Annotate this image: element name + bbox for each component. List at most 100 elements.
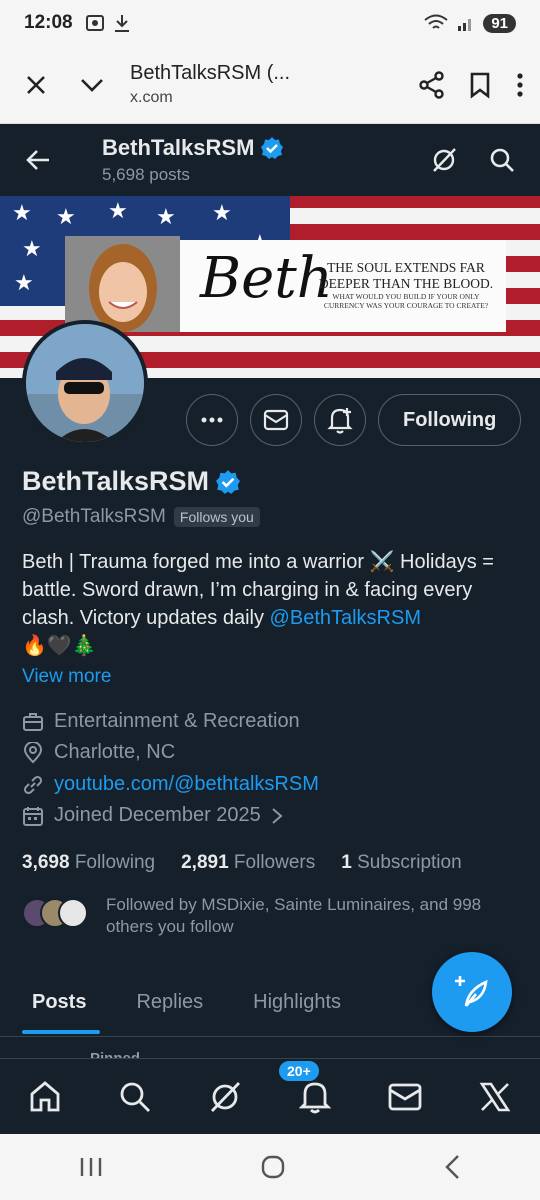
following-count-link[interactable]: 3,698 Following — [22, 852, 155, 874]
chevron-down-icon — [81, 78, 103, 92]
profile-header: BethTalksRSM 5,698 posts — [0, 124, 540, 196]
followers-count-link[interactable]: 2,891 Followers — [181, 852, 315, 874]
bell-icon — [299, 1082, 331, 1113]
grok-icon — [210, 1081, 241, 1112]
compose-post-button[interactable] — [432, 952, 512, 1032]
notification-badge: 20+ — [277, 1058, 321, 1083]
battery-indicator: 91 — [483, 13, 516, 33]
envelope-icon — [388, 1083, 422, 1110]
wifi-icon — [424, 14, 448, 29]
follower-avatar — [58, 898, 88, 928]
tab-highlights[interactable]: Highlights — [253, 991, 341, 1014]
profile-bio: Beth | Trauma forged me into a warrior ⚔… — [22, 548, 522, 660]
location-text: Charlotte, NC — [54, 741, 176, 763]
active-tab-indicator — [22, 1030, 100, 1034]
notify-button[interactable] — [314, 394, 366, 446]
meta-category: Entertainment & Recreation — [22, 710, 522, 733]
banner-portrait — [65, 236, 180, 332]
bottom-navigation: 20+ — [0, 1058, 540, 1134]
clock: 12:08 — [24, 12, 73, 33]
header-name-text: BethTalksRSM — [102, 135, 255, 160]
followers-count-label: Followers — [233, 852, 316, 873]
back-button[interactable] — [16, 138, 60, 182]
follow-counts: 3,698 Following 2,891 Followers 1 Subscr… — [22, 852, 462, 874]
tabs-divider — [0, 1036, 540, 1037]
download-icon — [114, 15, 129, 32]
meta-location: Charlotte, NC — [22, 741, 522, 764]
website-link[interactable]: youtube.com/@bethtalksRSM — [54, 773, 319, 796]
followed-by-text: Followed by MSDixie, Sainte Luminaires, … — [106, 895, 482, 936]
followers-count: 2,891 — [181, 852, 229, 873]
profile-name: BethTalksRSM — [22, 466, 241, 497]
profile-actions: Following — [186, 394, 522, 446]
banner-script-name: Beth — [200, 246, 333, 311]
nav-home[interactable] — [21, 1073, 69, 1121]
joined-text: Joined December 2025 — [54, 804, 261, 826]
nav-search[interactable] — [111, 1073, 159, 1121]
home-circle-icon[interactable] — [260, 1154, 286, 1180]
bio-emojis: 🔥🖤🎄 — [22, 635, 97, 657]
verified-badge-icon[interactable] — [215, 469, 241, 495]
screenshot-icon — [85, 15, 104, 31]
tab-posts[interactable]: Posts — [32, 991, 86, 1014]
back-icon[interactable] — [442, 1154, 462, 1180]
banner-tagline: THE SOUL EXTENDS FAR DEEPER THAN THE BLO… — [318, 260, 494, 291]
more-options-button[interactable] — [186, 394, 238, 446]
minimize-tab-button[interactable] — [70, 63, 114, 107]
verified-badge-icon — [261, 137, 284, 159]
banner-subtagline: WHAT WOULD YOU BUILD IF YOUR ONLY CURREN… — [323, 292, 489, 311]
subscription-count-link[interactable]: 1 Subscription — [341, 852, 461, 874]
x-logo-icon — [479, 1082, 511, 1111]
bio-mention-link[interactable]: @BethTalksRSM — [270, 607, 421, 629]
profile-handle-row: @BethTalksRSM Follows you — [22, 506, 260, 528]
nav-x[interactable] — [471, 1073, 519, 1121]
search-icon[interactable] — [488, 146, 516, 174]
profile-avatar[interactable] — [22, 320, 148, 446]
followed-by-row[interactable]: Followed by MSDixie, Sainte Luminaires, … — [22, 894, 506, 938]
calendar-icon — [23, 806, 43, 826]
view-more-link[interactable]: View more — [22, 666, 111, 688]
android-navigation-bar — [0, 1134, 540, 1200]
following-count-label: Following — [74, 852, 156, 873]
follows-you-badge: Follows you — [173, 507, 260, 527]
subscription-count: 1 — [341, 852, 352, 873]
following-button[interactable]: Following — [378, 394, 522, 446]
home-icon — [30, 1080, 60, 1111]
meta-website: youtube.com/@bethtalksRSM — [22, 773, 522, 796]
nav-notifications[interactable]: 20+ — [277, 1058, 339, 1121]
share-icon[interactable] — [418, 70, 446, 99]
subscription-count-label: Subscription — [357, 852, 462, 873]
browser-page-title: BethTalksRSM (... — [130, 62, 291, 84]
message-button[interactable] — [250, 394, 302, 446]
post-count: 5,698 posts — [102, 165, 190, 184]
recent-apps-icon[interactable] — [78, 1156, 104, 1178]
close-tab-button[interactable] — [14, 63, 58, 107]
chevron-right-icon — [272, 807, 283, 824]
nav-messages[interactable] — [381, 1073, 429, 1121]
grok-icon[interactable] — [430, 146, 458, 174]
envelope-icon — [263, 409, 289, 431]
profile-handle: @BethTalksRSM — [22, 506, 166, 527]
header-name: BethTalksRSM — [102, 135, 284, 161]
close-icon — [27, 75, 45, 94]
tab-replies[interactable]: Replies — [136, 991, 203, 1014]
browser-title-area[interactable]: BethTalksRSM (... x.com — [130, 62, 418, 107]
link-icon — [23, 775, 43, 794]
nav-grok[interactable] — [201, 1073, 249, 1121]
status-bar: 12:08 91 — [0, 0, 540, 46]
bell-plus-icon — [327, 408, 353, 434]
profile-name-text: BethTalksRSM — [22, 466, 210, 496]
signal-icon — [458, 19, 472, 31]
location-pin-icon — [23, 741, 43, 763]
browser-toolbar: BethTalksRSM (... x.com — [0, 46, 540, 124]
more-vertical-icon[interactable] — [514, 71, 526, 99]
feather-plus-icon — [455, 976, 488, 1007]
arrow-left-icon — [26, 150, 49, 170]
bookmark-icon[interactable] — [468, 71, 492, 99]
following-count: 3,698 — [22, 852, 70, 873]
bio-text: Beth | Trauma forged me into a warrior ⚔… — [22, 551, 494, 629]
briefcase-icon — [23, 712, 43, 731]
category-text: Entertainment & Recreation — [54, 710, 300, 732]
meta-joined[interactable]: Joined December 2025 — [22, 804, 522, 827]
more-horizontal-icon — [201, 417, 223, 423]
